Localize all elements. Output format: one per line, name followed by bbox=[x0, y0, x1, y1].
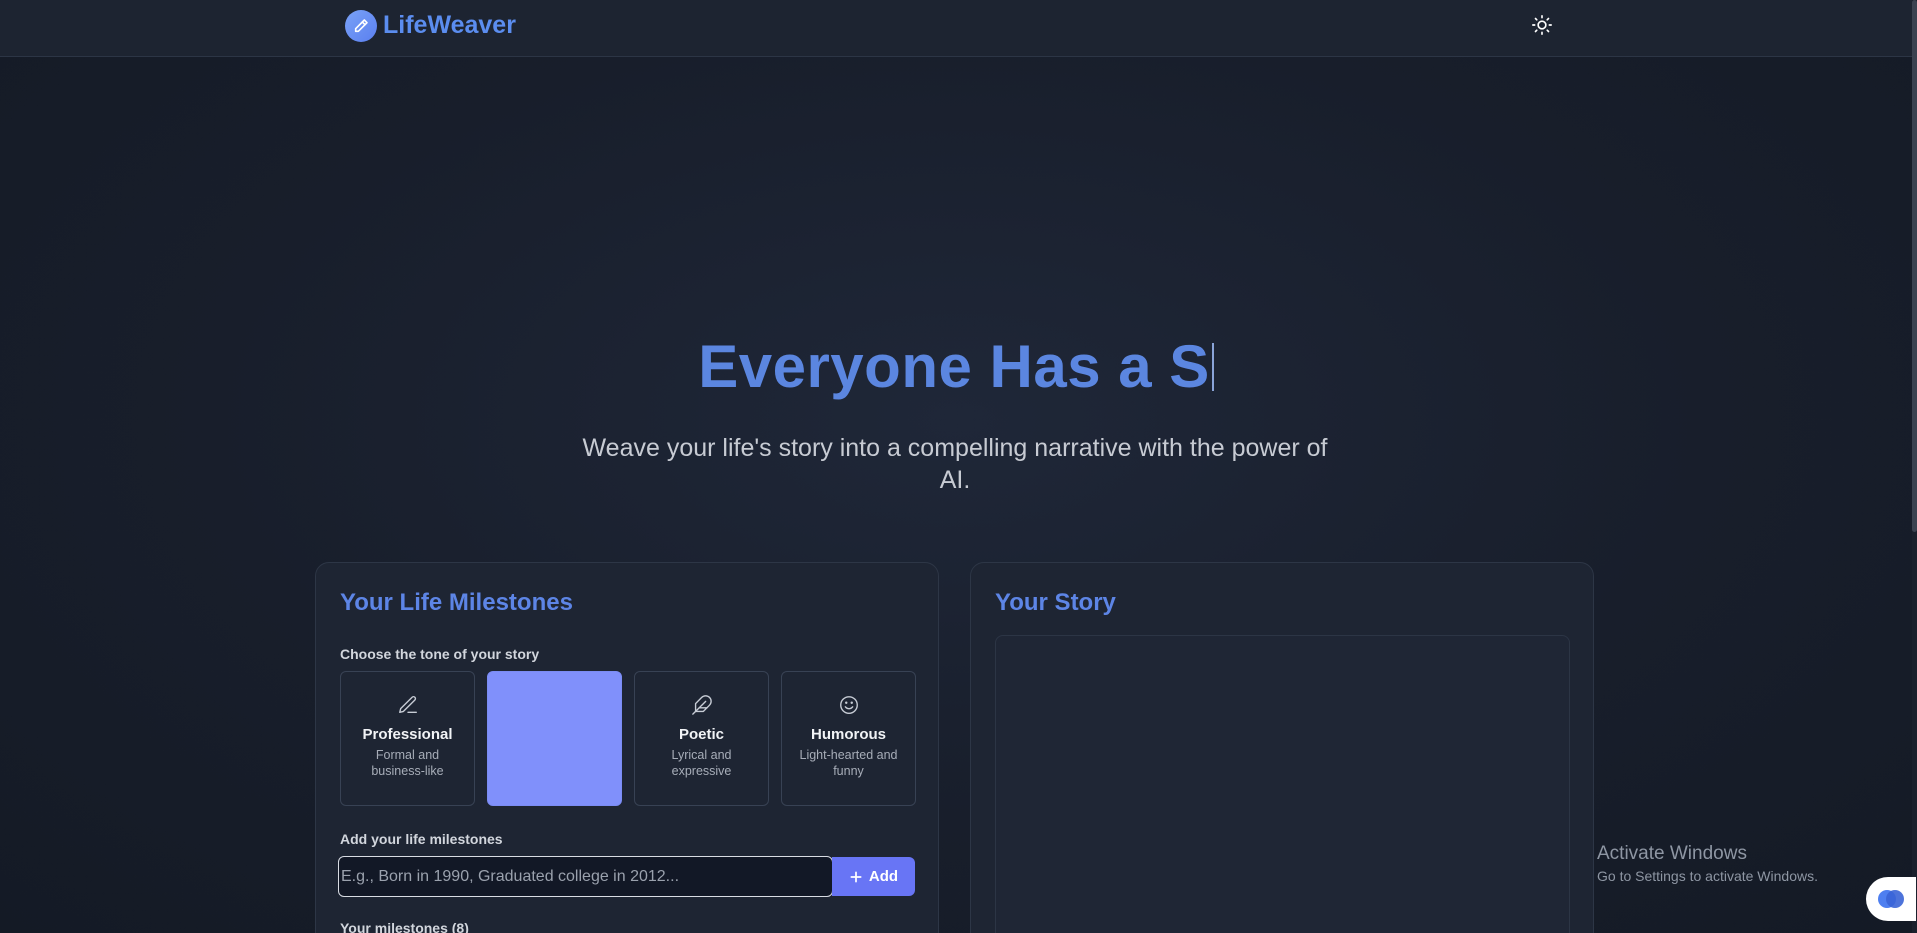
hero-title-text: Everyone Has a S bbox=[698, 333, 1210, 400]
story-output bbox=[995, 635, 1570, 933]
hero-subtitle: Weave your life's story into a compellin… bbox=[582, 434, 1328, 494]
milestone-input[interactable] bbox=[338, 856, 833, 897]
milestones-card: Your Life Milestones Choose the tone of … bbox=[315, 562, 939, 933]
tone-description: Formal and business-like bbox=[371, 748, 444, 778]
pencil-icon bbox=[345, 9, 377, 42]
add-milestones-label: Add your life milestones bbox=[340, 831, 503, 847]
windows-activation-watermark: Activate Windows Go to Settings to activ… bbox=[1597, 843, 1818, 884]
sun-icon bbox=[1532, 15, 1552, 35]
chat-icon bbox=[1878, 890, 1904, 908]
feather-icon bbox=[691, 695, 712, 715]
scrollbar-thumb[interactable] bbox=[1912, 0, 1917, 532]
milestones-card-title: Your Life Milestones bbox=[340, 589, 573, 616]
theme-toggle-button[interactable] bbox=[1530, 13, 1554, 37]
tone-description: Lyrical and expressive bbox=[671, 748, 732, 778]
smile-icon bbox=[839, 696, 858, 714]
plus-icon bbox=[850, 870, 862, 883]
story-card: Your Story bbox=[970, 562, 1594, 933]
watermark-title: Activate Windows bbox=[1597, 843, 1747, 864]
tone-option-poetic[interactable]: Poetic Lyrical and expressive bbox=[634, 671, 769, 806]
add-button-label: Add bbox=[868, 868, 899, 885]
hero-title: Everyone Has a S bbox=[0, 332, 1912, 401]
watermark-subtitle: Go to Settings to activate Windows. bbox=[1597, 868, 1818, 884]
typing-cursor bbox=[1211, 343, 1214, 391]
page-scrollbar[interactable] bbox=[1912, 0, 1917, 933]
tone-name: Poetic bbox=[678, 726, 724, 743]
app-name: LifeWeaver bbox=[383, 11, 516, 39]
story-card-title: Your Story bbox=[995, 589, 1116, 616]
milestones-count-label: Your milestones (8) bbox=[340, 920, 469, 933]
pen-line-icon bbox=[398, 696, 417, 714]
logo[interactable]: LifeWeaver bbox=[345, 9, 516, 42]
tone-option-selected[interactable] bbox=[487, 671, 622, 806]
chat-widget-button[interactable] bbox=[1866, 877, 1916, 921]
tone-name: Professional bbox=[362, 726, 453, 743]
add-milestone-button[interactable]: Add bbox=[832, 857, 915, 896]
tone-options: Professional Formal and business-like Po… bbox=[340, 671, 916, 806]
tone-option-professional[interactable]: Professional Formal and business-like bbox=[340, 671, 475, 806]
top-nav: LifeWeaver bbox=[0, 0, 1912, 57]
tone-option-humorous[interactable]: Humorous Light-hearted and funny bbox=[781, 671, 916, 806]
tone-label: Choose the tone of your story bbox=[340, 646, 540, 662]
tone-name: Humorous bbox=[811, 726, 886, 743]
tone-description: Light-hearted and funny bbox=[799, 748, 898, 778]
